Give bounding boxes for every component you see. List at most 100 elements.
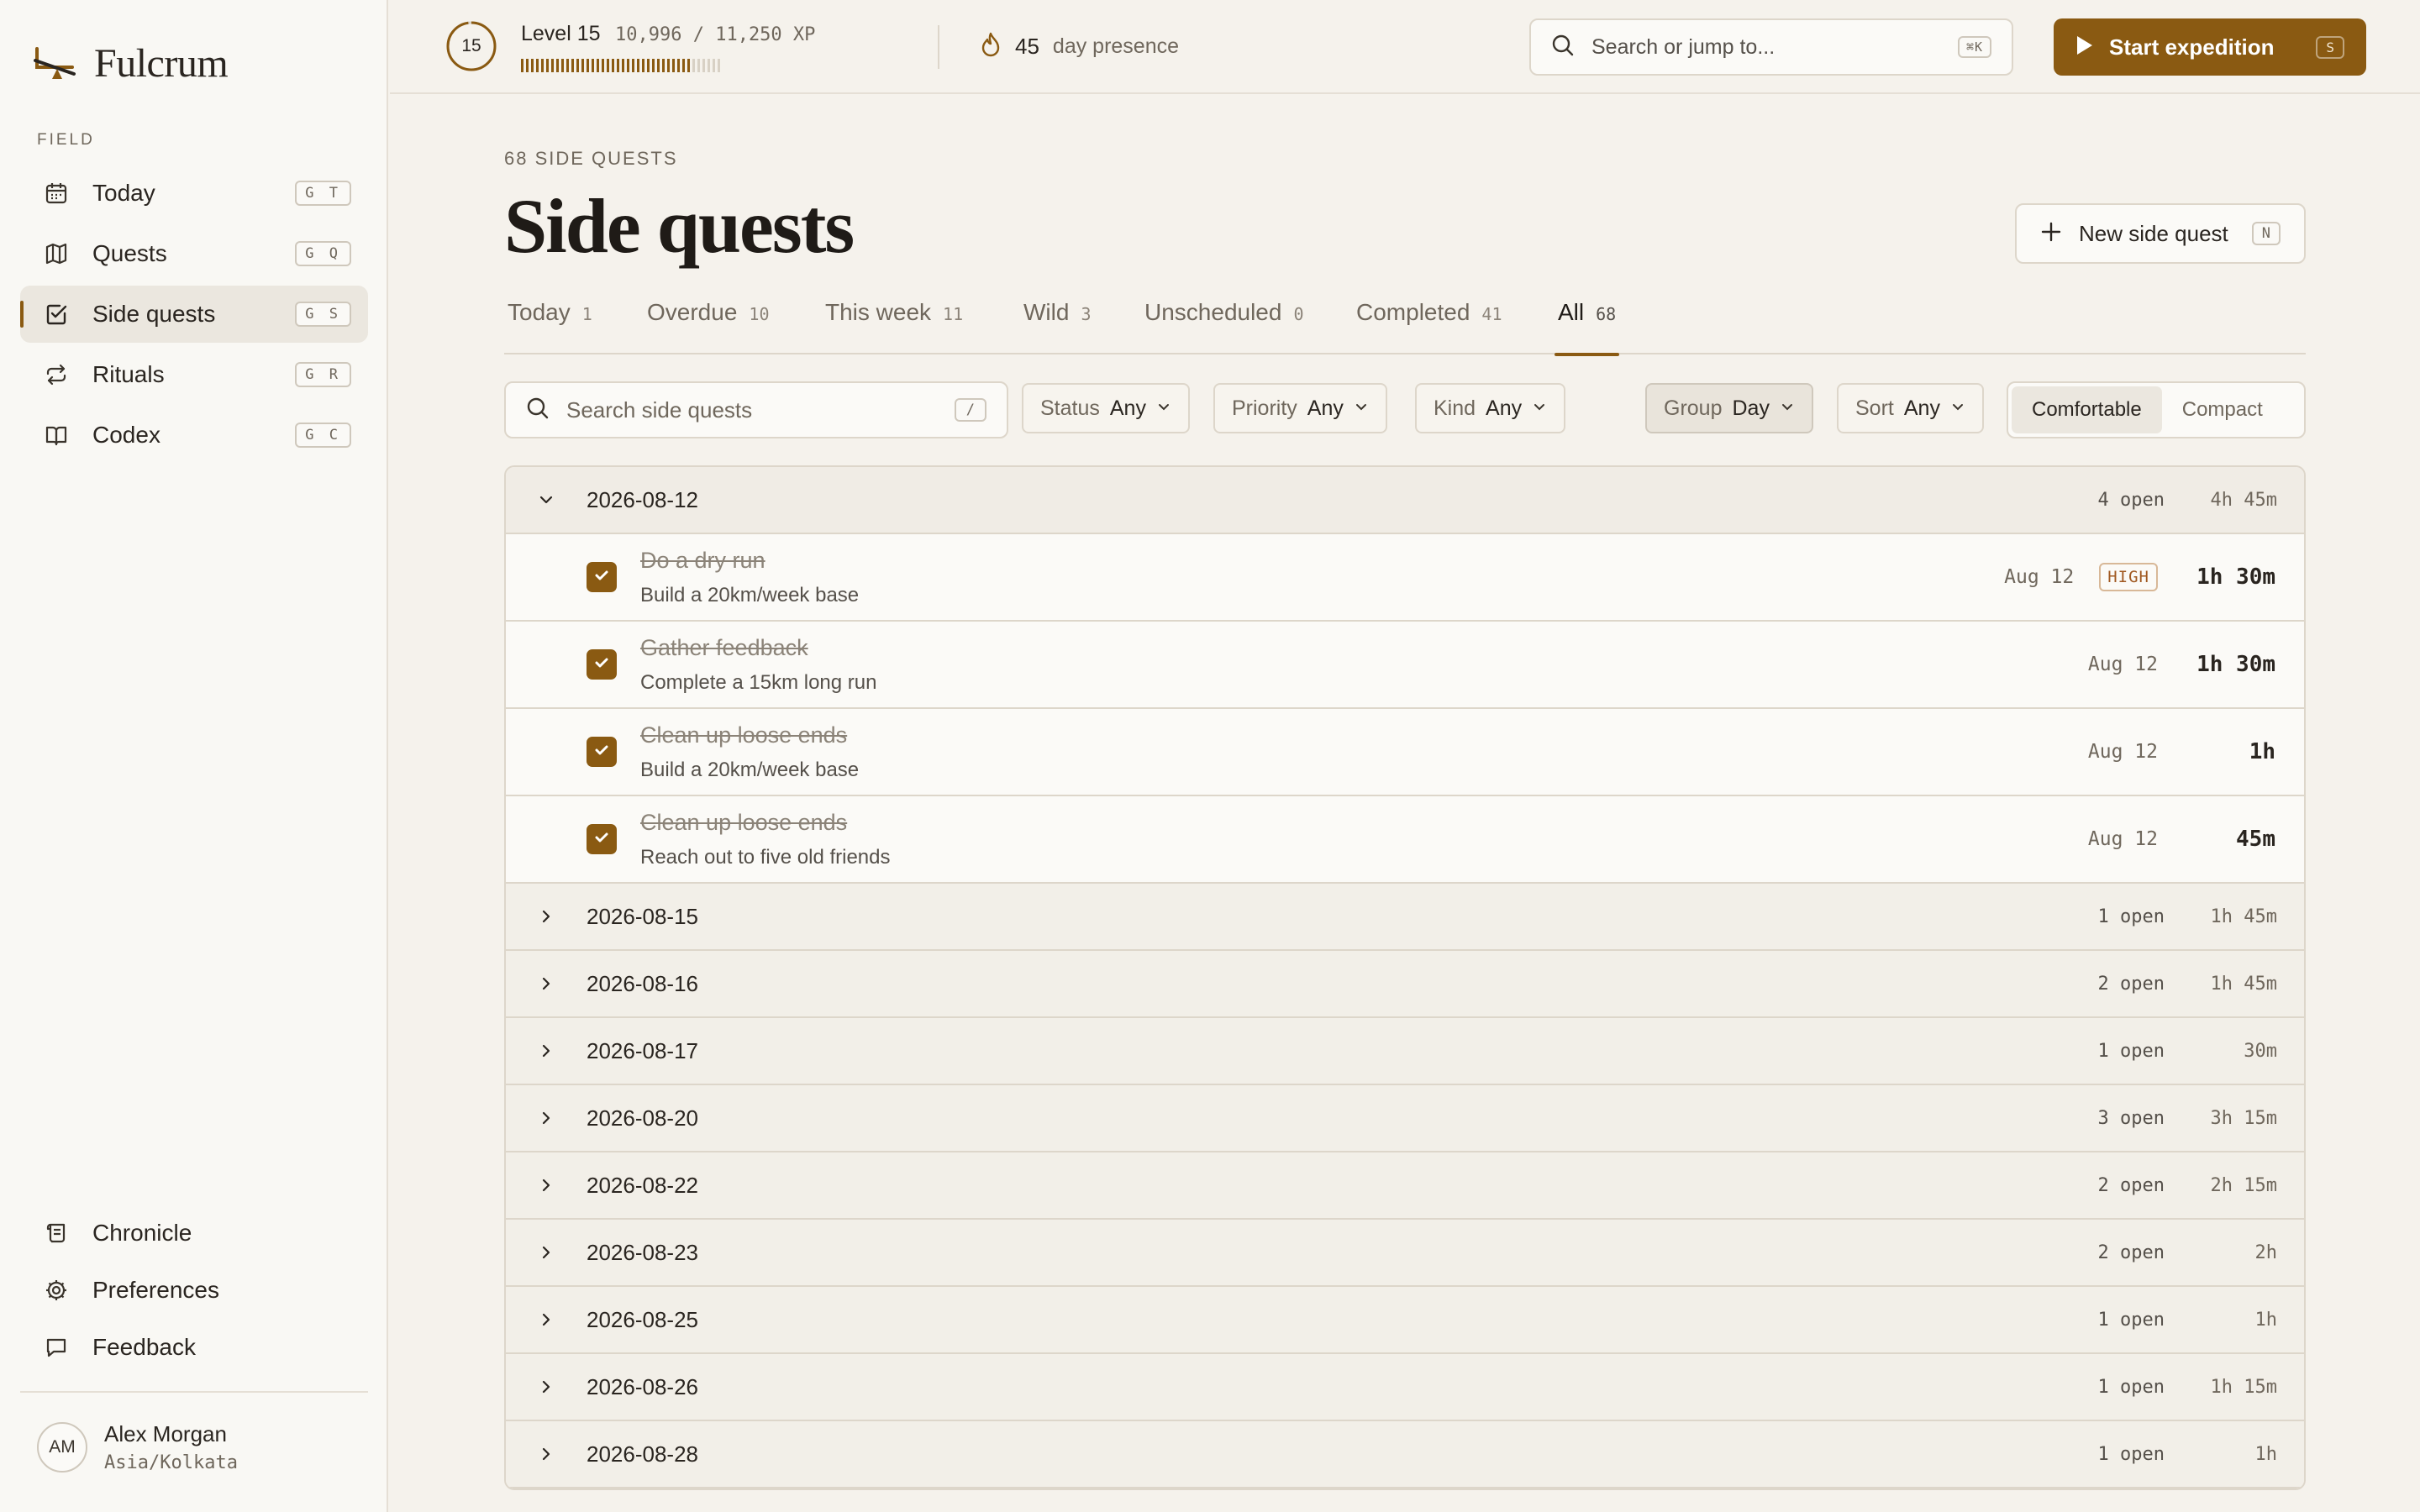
shortcut-badge: G T xyxy=(295,181,351,206)
xp-tick xyxy=(556,59,559,72)
density-compact-option[interactable]: Compact xyxy=(2162,386,2283,433)
tab-unscheduled[interactable]: Unscheduled 0 xyxy=(1141,299,1307,354)
tab-label: Completed xyxy=(1356,299,1470,325)
group-header[interactable]: 2026-08-17 1 open 30m xyxy=(506,1018,2304,1085)
filter-value: Any xyxy=(1109,396,1146,420)
completed-checkbox[interactable] xyxy=(587,737,617,767)
tab-today[interactable]: Today 1 xyxy=(504,299,596,354)
priority-filter-dropdown[interactable]: Priority Any xyxy=(1213,383,1387,433)
group-open-count: 1 open xyxy=(2097,1376,2165,1398)
quest-text: Clean up loose ends Build a 20km/week bas… xyxy=(640,722,2088,782)
sort-dropdown[interactable]: Sort Any xyxy=(1837,383,1984,433)
user-profile[interactable]: AM Alex Morgan Asia/Kolkata xyxy=(37,1421,238,1473)
sidebar-item-chronicle[interactable]: Chronicle xyxy=(20,1206,368,1260)
search-icon xyxy=(1551,34,1575,61)
kind-filter-dropdown[interactable]: Kind Any xyxy=(1415,383,1566,433)
group-duration: 1h 45m xyxy=(2210,906,2277,927)
tab-count: 68 xyxy=(1596,304,1617,324)
xp-tick xyxy=(551,59,554,72)
group-header[interactable]: 2026-08-16 2 open 1h 45m xyxy=(506,951,2304,1018)
sidebar-item-label: Preferences xyxy=(92,1277,219,1303)
shortcut-badge: S xyxy=(2316,35,2344,59)
side-quest-row[interactable]: Clean up loose ends Reach out to five old… xyxy=(506,796,2304,884)
check-icon xyxy=(592,828,611,851)
group-header[interactable]: 2026-08-23 2 open 2h xyxy=(506,1220,2304,1287)
filter-key: Priority xyxy=(1232,396,1297,420)
group-header[interactable]: 2026-08-20 3 open 3h 15m xyxy=(506,1085,2304,1152)
xp-tick xyxy=(541,59,544,72)
search-placeholder: Search side quests xyxy=(566,396,753,423)
tab-completed[interactable]: Completed 41 xyxy=(1353,299,1506,354)
tab-overdue[interactable]: Overdue 10 xyxy=(644,299,773,354)
group-open-count: 1 open xyxy=(2097,1309,2165,1331)
sidebar-item-rituals[interactable]: Rituals G R xyxy=(20,346,368,403)
chevron-right-icon xyxy=(536,1310,556,1330)
xp-tick xyxy=(571,59,574,72)
global-search-input[interactable]: Search or jump to... ⌘K xyxy=(1529,18,2013,76)
group-duration: 4h 45m xyxy=(2210,489,2277,511)
sidebar-bottom-nav: Chronicle Preferences Feedback xyxy=(20,1206,368,1378)
group-header[interactable]: 2026-08-28 1 open 1h xyxy=(506,1421,2304,1488)
group-duration: 1h 15m xyxy=(2210,1376,2277,1398)
side-quest-search-input[interactable]: Search side quests / xyxy=(504,381,1008,438)
xp-tick xyxy=(561,59,564,72)
sidebar-item-codex[interactable]: Codex G C xyxy=(20,407,368,464)
chevron-right-icon xyxy=(536,974,556,994)
side-quest-row[interactable]: Gather feedback Complete a 15km long run A… xyxy=(506,622,2304,709)
density-comfortable-option[interactable]: Comfortable xyxy=(2012,386,2162,433)
group-header[interactable]: 2026-08-12 4 open 4h 45m xyxy=(506,467,2304,534)
sidebar-item-preferences[interactable]: Preferences xyxy=(20,1263,368,1317)
tab-count: 3 xyxy=(1081,304,1092,324)
filter-value: Any xyxy=(1307,396,1344,420)
quest-title: Gather feedback xyxy=(640,634,808,660)
filter-key: Status xyxy=(1040,396,1100,420)
group-by-dropdown[interactable]: Group Day xyxy=(1645,383,1813,433)
quest-subtitle: Reach out to five old friends xyxy=(640,845,891,869)
sidebar-item-today[interactable]: Today G T xyxy=(20,165,368,222)
chevron-down-icon xyxy=(1780,399,1795,418)
xp-tick xyxy=(718,59,720,72)
completed-checkbox[interactable] xyxy=(587,649,617,680)
tab-count: 0 xyxy=(1293,304,1304,324)
sidebar-item-side-quests[interactable]: Side quests G S xyxy=(20,286,368,343)
xp-tick xyxy=(647,59,650,72)
check-icon xyxy=(592,741,611,764)
status-filter-dropdown[interactable]: Status Any xyxy=(1022,383,1190,433)
group-header[interactable]: 2026-08-22 2 open 2h 15m xyxy=(506,1152,2304,1220)
group-open-count: 2 open xyxy=(2097,973,2165,995)
xp-tick xyxy=(692,59,695,72)
xp-tick xyxy=(697,59,700,72)
tab-this-week[interactable]: This week 11 xyxy=(822,299,966,354)
group-header[interactable]: 2026-08-25 1 open 1h xyxy=(506,1287,2304,1354)
topbar-divider xyxy=(938,25,939,69)
start-expedition-button[interactable]: Start expedition S xyxy=(2054,18,2366,76)
group-duration: 1h xyxy=(2254,1443,2278,1465)
tab-label: Unscheduled xyxy=(1144,299,1282,325)
sidebar-item-feedback[interactable]: Feedback xyxy=(20,1320,368,1374)
tab-wild[interactable]: Wild 3 xyxy=(1020,299,1095,354)
chevron-down-icon xyxy=(1532,399,1547,418)
tab-all[interactable]: All 68 xyxy=(1555,299,1620,356)
shortcut-badge: / xyxy=(954,398,986,422)
quest-subtitle: Build a 20km/week base xyxy=(640,583,860,606)
side-quest-row[interactable]: Clean up loose ends Build a 20km/week bas… xyxy=(506,709,2304,796)
group-header[interactable]: 2026-08-26 1 open 1h 15m xyxy=(506,1354,2304,1421)
xp-tick xyxy=(617,59,619,72)
page-title: Side quests xyxy=(504,183,855,269)
completed-checkbox[interactable] xyxy=(587,562,617,592)
chevron-right-icon xyxy=(536,1041,556,1061)
quest-date: Aug 12 xyxy=(2087,654,2158,675)
section-label-field: FIELD xyxy=(37,131,95,149)
quest-duration: 1h xyxy=(2249,739,2275,764)
filter-value: Any xyxy=(1486,396,1523,420)
brand[interactable]: Fulcrum xyxy=(34,40,229,87)
xp-tick xyxy=(637,59,639,72)
side-quest-row[interactable]: Do a dry run Build a 20km/week base Aug 12… xyxy=(506,534,2304,622)
sidebar-item-quests[interactable]: Quests G Q xyxy=(20,225,368,282)
group-header[interactable]: 2026-08-15 1 open 1h 45m xyxy=(506,884,2304,951)
xp-tick xyxy=(597,59,599,72)
completed-checkbox[interactable] xyxy=(587,824,617,854)
group-duration: 30m xyxy=(2244,1040,2277,1062)
chevron-right-icon xyxy=(536,1444,556,1464)
new-side-quest-button[interactable]: New side quest N xyxy=(2015,203,2306,264)
